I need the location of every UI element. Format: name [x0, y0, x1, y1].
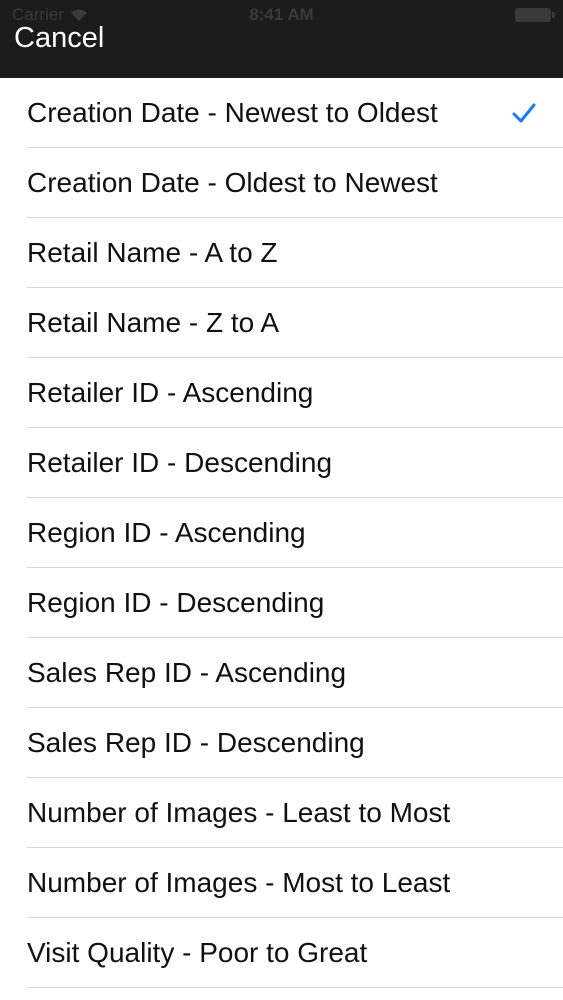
sort-option-label: Sales Rep ID - Descending — [27, 727, 365, 758]
sort-option[interactable]: Retailer ID - Ascending — [0, 358, 563, 428]
sort-option[interactable]: Sales Rep ID - Ascending — [0, 638, 563, 708]
sort-option[interactable]: Region ID - Descending — [0, 568, 563, 638]
sort-option[interactable]: Retail Name - A to Z — [0, 218, 563, 288]
sort-option-label: Visit Quality - Poor to Great — [27, 937, 368, 968]
sort-option-label: Retail Name - Z to A — [27, 307, 280, 338]
sort-option[interactable]: Creation Date - Oldest to Newest — [0, 148, 563, 218]
sort-option-label: Retailer ID - Ascending — [27, 377, 314, 408]
sort-option-label: Sales Rep ID - Ascending — [27, 657, 347, 688]
sort-option[interactable]: Number of Images - Least to Most — [0, 778, 563, 848]
sort-option-label: Creation Date - Oldest to Newest — [27, 167, 438, 198]
sort-option-label: Retail Name - A to Z — [27, 237, 278, 268]
sort-option[interactable]: Region ID - Ascending — [0, 498, 563, 568]
sort-options-list: Creation Date - Newest to Oldest Creatio… — [0, 78, 563, 988]
sort-option-label: Region ID - Descending — [27, 587, 325, 618]
sort-option-label: Retailer ID - Descending — [27, 447, 333, 478]
sort-option[interactable]: Retailer ID - Descending — [0, 428, 563, 498]
sort-option-label: Number of Images - Least to Most — [27, 797, 451, 828]
navigation-bar: Carrier 8:41 AM Cancel — [0, 0, 563, 78]
sort-option[interactable]: Creation Date - Newest to Oldest — [0, 78, 563, 148]
sort-option-label: Region ID - Ascending — [27, 517, 306, 548]
sort-option[interactable]: Sales Rep ID - Descending — [0, 708, 563, 778]
battery-icon — [515, 8, 555, 22]
sort-option[interactable]: Visit Quality - Poor to Great — [0, 918, 563, 988]
sort-option[interactable]: Retail Name - Z to A — [0, 288, 563, 358]
checkmark-icon — [512, 103, 536, 123]
cancel-button[interactable]: Cancel — [14, 22, 104, 55]
sort-option[interactable]: Number of Images - Most to Least — [0, 848, 563, 918]
sort-option-label: Number of Images - Most to Least — [27, 867, 451, 898]
sort-option-label: Creation Date - Newest to Oldest — [27, 97, 438, 128]
